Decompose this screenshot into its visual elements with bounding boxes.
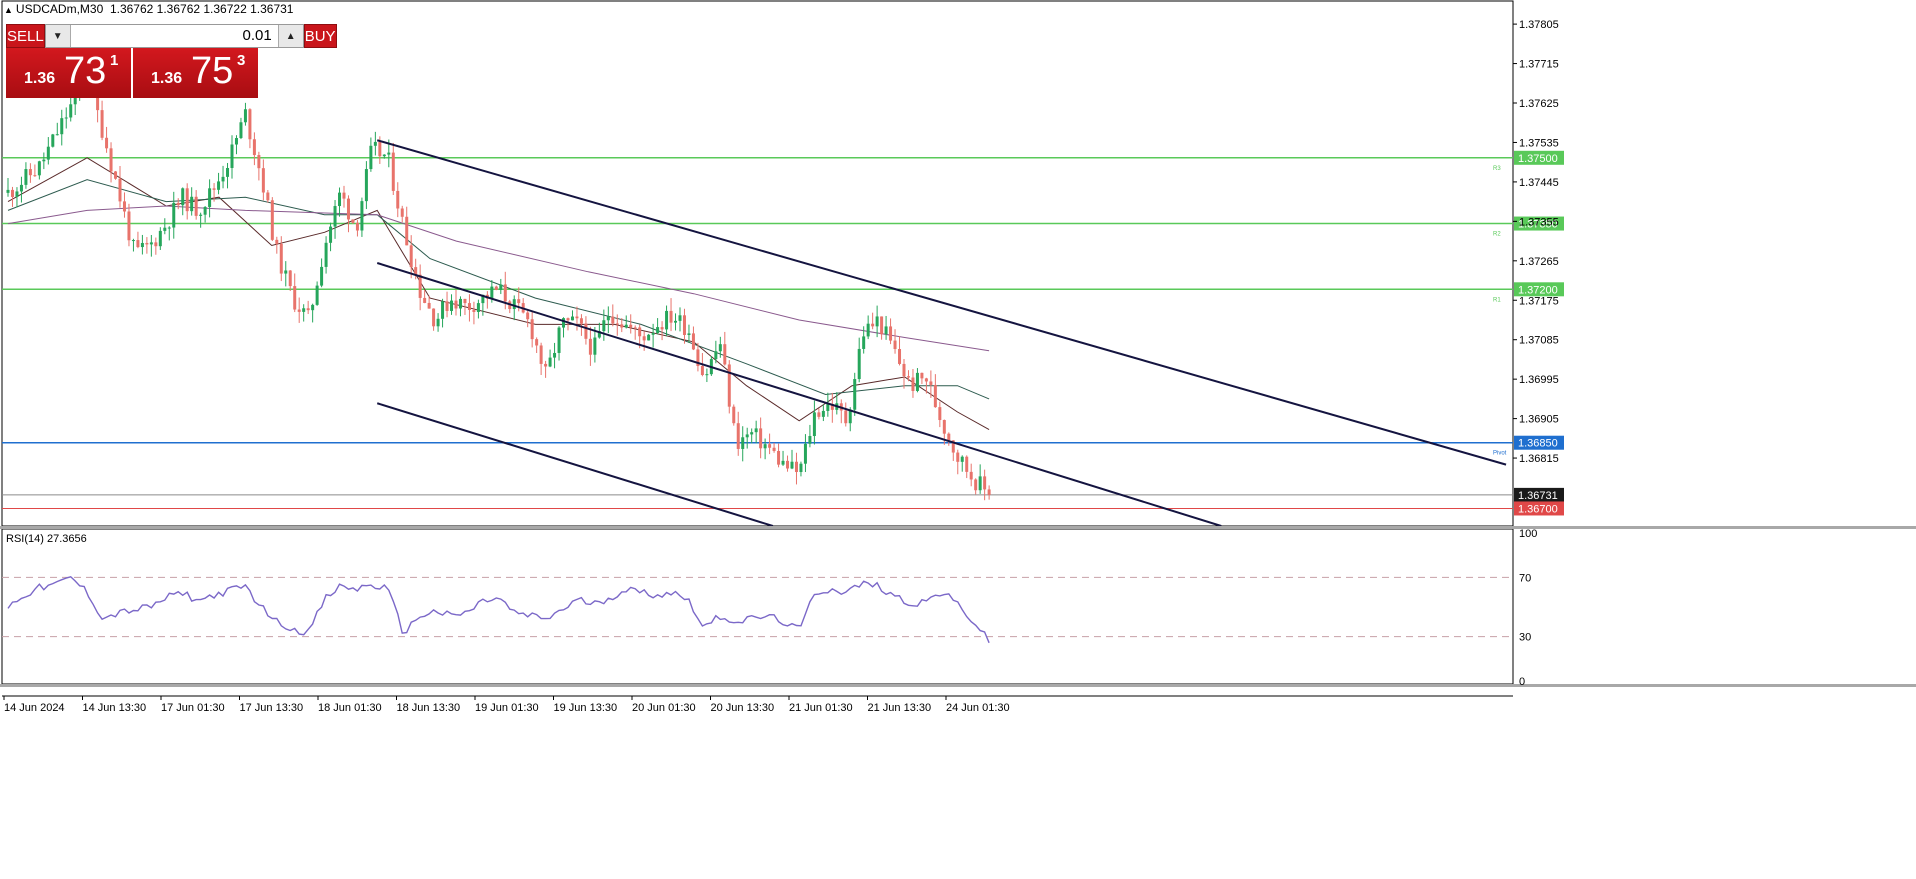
- time-tick-label: 14 Jun 13:30: [83, 702, 147, 714]
- price-tick-label: 1.36995: [1519, 374, 1559, 386]
- sell-quote-sup: 1: [110, 52, 119, 69]
- price-tick-label: 1.37805: [1519, 19, 1559, 31]
- time-tick-label: 17 Jun 13:30: [240, 702, 304, 714]
- time-tick-label: 20 Jun 13:30: [711, 702, 775, 714]
- sell-quote[interactable]: 1.36 73 1: [6, 48, 131, 98]
- rsi-tick-label: 0: [1519, 676, 1525, 688]
- buy-quote[interactable]: 1.36 75 3: [133, 48, 258, 98]
- candle[interactable]: [732, 404, 736, 426]
- time-tick-label: 24 Jun 01:30: [946, 702, 1010, 714]
- level-price-label: 1.37500: [1518, 153, 1558, 165]
- price-tick-label: 1.37715: [1519, 59, 1559, 71]
- candle[interactable]: [727, 360, 731, 414]
- lot-decrease-icon[interactable]: ▼: [45, 25, 71, 47]
- price-tick-label: 1.37535: [1519, 137, 1559, 149]
- chart-header: ▲ USDCADm,M30 1.36762 1.36762 1.36722 1.3…: [4, 2, 293, 16]
- price-tick-label: 1.36815: [1519, 453, 1559, 465]
- ohlc-label: 1.36762 1.36762 1.36722 1.36731: [109, 2, 294, 16]
- time-tick-label: 19 Jun 13:30: [554, 702, 618, 714]
- price-tick-label: 1.37175: [1519, 295, 1559, 307]
- candle[interactable]: [51, 133, 55, 148]
- level-tag-r2: R2: [1493, 232, 1501, 238]
- rsi-title: RSI(14) 27.3656: [6, 533, 87, 545]
- sell-quote-big: 73: [64, 50, 107, 92]
- time-tick-label: 21 Jun 13:30: [868, 702, 932, 714]
- level-tag-r3: R3: [1493, 166, 1501, 172]
- level-price-label: 1.36850: [1518, 438, 1558, 450]
- price-tick-label: 1.36905: [1519, 414, 1559, 426]
- time-tick-label: 14 Jun 2024: [4, 702, 65, 714]
- candle[interactable]: [114, 170, 118, 180]
- price-tick-label: 1.37445: [1519, 177, 1559, 189]
- level-tag-r1: R1: [1493, 297, 1501, 303]
- chart-canvas[interactable]: R31.37500R21.37350R11.37200Pivot1.368501…: [0, 0, 1916, 874]
- price-tick-label: 1.37355: [1519, 216, 1559, 228]
- time-tick-label: 18 Jun 01:30: [318, 702, 382, 714]
- level-tag-pivot: Pivot: [1493, 451, 1507, 457]
- rsi-tick-label: 30: [1519, 632, 1531, 644]
- sell-button[interactable]: SELL: [6, 24, 45, 48]
- buy-quote-sup: 3: [237, 52, 246, 69]
- time-tick-label: 17 Jun 01:30: [161, 702, 225, 714]
- candle[interactable]: [853, 372, 857, 416]
- price-tick-label: 1.37265: [1519, 256, 1559, 268]
- rsi-tick-label: 100: [1519, 528, 1537, 540]
- time-tick-label: 21 Jun 01:30: [789, 702, 853, 714]
- lot-stepper: ▼ ▲: [44, 24, 304, 48]
- rsi-tick-label: 70: [1519, 572, 1531, 584]
- candle[interactable]: [647, 333, 651, 341]
- price-tick-label: 1.37085: [1519, 335, 1559, 347]
- time-tick-label: 19 Jun 01:30: [475, 702, 539, 714]
- bid-price-label: 1.36731: [1518, 490, 1558, 502]
- buy-button[interactable]: BUY: [303, 24, 337, 48]
- collapse-triangle-icon[interactable]: ▲: [4, 5, 13, 15]
- one-click-trading-panel: SELL ▼ ▲ BUY 1.36 73 1 1.36 75 3: [6, 24, 337, 98]
- quote-row: 1.36 73 1 1.36 75 3: [6, 48, 258, 98]
- trade-button-row: SELL ▼ ▲ BUY: [6, 24, 337, 48]
- buy-quote-big: 75: [191, 50, 234, 92]
- candle[interactable]: [270, 197, 274, 242]
- chart-background: [0, 0, 1916, 874]
- lot-size-input[interactable]: [70, 25, 278, 47]
- target-price-label: 1.36700: [1518, 503, 1558, 515]
- buy-quote-small: 1.36: [151, 70, 183, 87]
- symbol-label: USDCADm,M30: [15, 2, 104, 16]
- sell-quote-small: 1.36: [24, 70, 56, 87]
- lot-increase-icon[interactable]: ▲: [277, 25, 303, 47]
- time-tick-label: 20 Jun 01:30: [632, 702, 696, 714]
- time-tick-label: 18 Jun 13:30: [397, 702, 461, 714]
- price-tick-label: 1.37625: [1519, 98, 1559, 110]
